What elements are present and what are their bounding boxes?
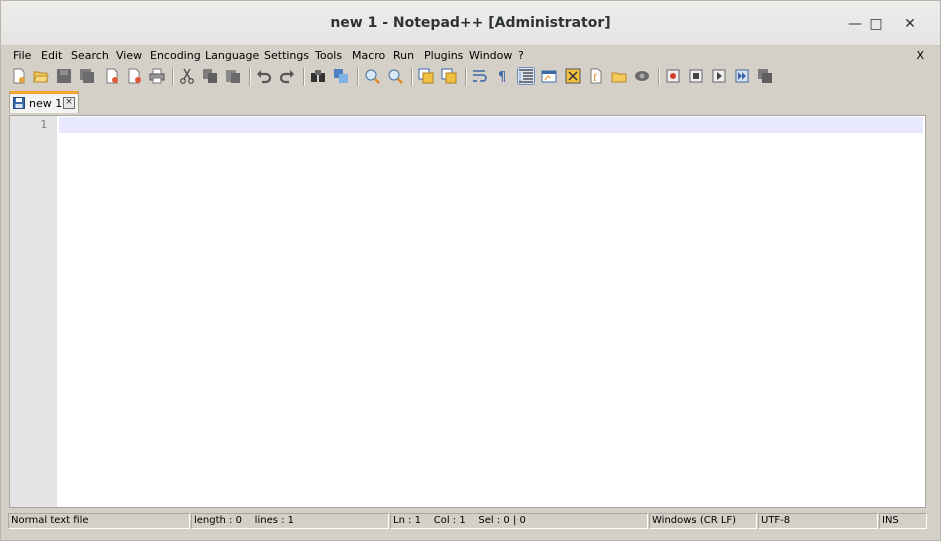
toolbar-separator: [172, 68, 174, 86]
status-bar: Normal text file length : 0 lines : 1 Ln…: [1, 511, 940, 531]
undo-icon[interactable]: [256, 68, 272, 84]
new-file-icon[interactable]: [11, 68, 27, 84]
tab-label: new 1: [29, 97, 63, 110]
print-icon[interactable]: [149, 68, 165, 84]
editor-area[interactable]: 1: [9, 115, 926, 508]
status-position: Ln : 1 Col : 1 Sel : 0 | 0: [390, 513, 648, 529]
find-icon[interactable]: [310, 68, 326, 84]
save-macro-icon[interactable]: [757, 68, 773, 84]
maximize-button[interactable]: □: [865, 13, 887, 35]
title-bar[interactable]: new 1 - Notepad++ [Administrator] — □ ✕: [1, 1, 940, 46]
toolbar-separator: [303, 68, 305, 86]
menu-search[interactable]: Search: [71, 49, 109, 62]
minimize-button[interactable]: —: [844, 13, 866, 35]
close-icon[interactable]: [104, 68, 120, 84]
user-defined-language-icon[interactable]: [541, 68, 557, 84]
menu-plugins[interactable]: Plugins: [424, 49, 463, 62]
toolbar-separator: [658, 68, 660, 86]
current-line-highlight: [59, 117, 923, 133]
record-macro-icon[interactable]: [665, 68, 681, 84]
zoom-in-icon[interactable]: [364, 68, 380, 84]
monitoring-icon[interactable]: [634, 68, 650, 84]
menu-language[interactable]: Language: [205, 49, 259, 62]
save-icon[interactable]: [56, 68, 72, 84]
paste-icon[interactable]: [225, 68, 241, 84]
status-encoding: UTF-8: [758, 513, 878, 529]
close-document-x[interactable]: X: [916, 49, 924, 62]
show-all-chars-icon[interactable]: ¶: [495, 68, 511, 84]
menu-macro[interactable]: Macro: [352, 49, 385, 62]
save-all-icon[interactable]: [79, 68, 95, 84]
indent-guide-icon[interactable]: [517, 67, 535, 85]
status-eol: Windows (CR LF): [649, 513, 757, 529]
close-all-icon[interactable]: [127, 68, 143, 84]
open-file-icon[interactable]: [33, 68, 49, 84]
run-macro-multiple-icon[interactable]: [734, 68, 750, 84]
toolbar: ¶ f: [1, 65, 940, 89]
zoom-out-icon[interactable]: [387, 68, 403, 84]
function-list-icon[interactable]: f: [588, 68, 604, 84]
sync-horizontal-icon[interactable]: [441, 68, 457, 84]
floppy-save-icon: [13, 97, 25, 109]
menu-bar: File Edit Search View Encoding Language …: [1, 46, 940, 65]
line-number-gutter: 1: [10, 116, 57, 507]
copy-icon[interactable]: [202, 68, 218, 84]
menu-help[interactable]: ?: [518, 49, 524, 62]
menu-run[interactable]: Run: [393, 49, 414, 62]
folder-as-workspace-icon[interactable]: [611, 68, 627, 84]
status-insert-mode: INS: [879, 513, 927, 529]
menu-view[interactable]: View: [116, 49, 142, 62]
close-window-button[interactable]: ✕: [899, 13, 921, 35]
toolbar-separator: [249, 68, 251, 86]
menu-file[interactable]: File: [13, 49, 31, 62]
tab-new-1[interactable]: new 1 ×: [9, 91, 79, 113]
toolbar-separator: [465, 68, 467, 86]
menu-tools[interactable]: Tools: [315, 49, 342, 62]
cut-icon[interactable]: [179, 68, 195, 84]
menu-edit[interactable]: Edit: [41, 49, 62, 62]
tab-close-icon[interactable]: ×: [63, 97, 75, 109]
menu-window[interactable]: Window: [469, 49, 512, 62]
sync-vertical-icon[interactable]: [418, 68, 434, 84]
redo-icon[interactable]: [279, 68, 295, 84]
status-length-lines: length : 0 lines : 1: [191, 513, 389, 529]
menu-encoding[interactable]: Encoding: [150, 49, 201, 62]
line-number: 1: [40, 118, 47, 131]
document-map-icon[interactable]: [565, 68, 581, 84]
toolbar-separator: [411, 68, 413, 86]
tab-bar: new 1 ×: [1, 90, 940, 114]
svg-text:¶: ¶: [498, 70, 506, 84]
menu-settings[interactable]: Settings: [264, 49, 309, 62]
toolbar-separator: [357, 68, 359, 86]
word-wrap-icon[interactable]: [472, 68, 488, 84]
play-macro-icon[interactable]: [711, 68, 727, 84]
replace-icon[interactable]: [333, 68, 349, 84]
status-file-type: Normal text file: [8, 513, 190, 529]
stop-record-icon[interactable]: [688, 68, 704, 84]
app-window: new 1 - Notepad++ [Administrator] — □ ✕ …: [0, 0, 941, 541]
window-title: new 1 - Notepad++ [Administrator]: [330, 15, 611, 31]
